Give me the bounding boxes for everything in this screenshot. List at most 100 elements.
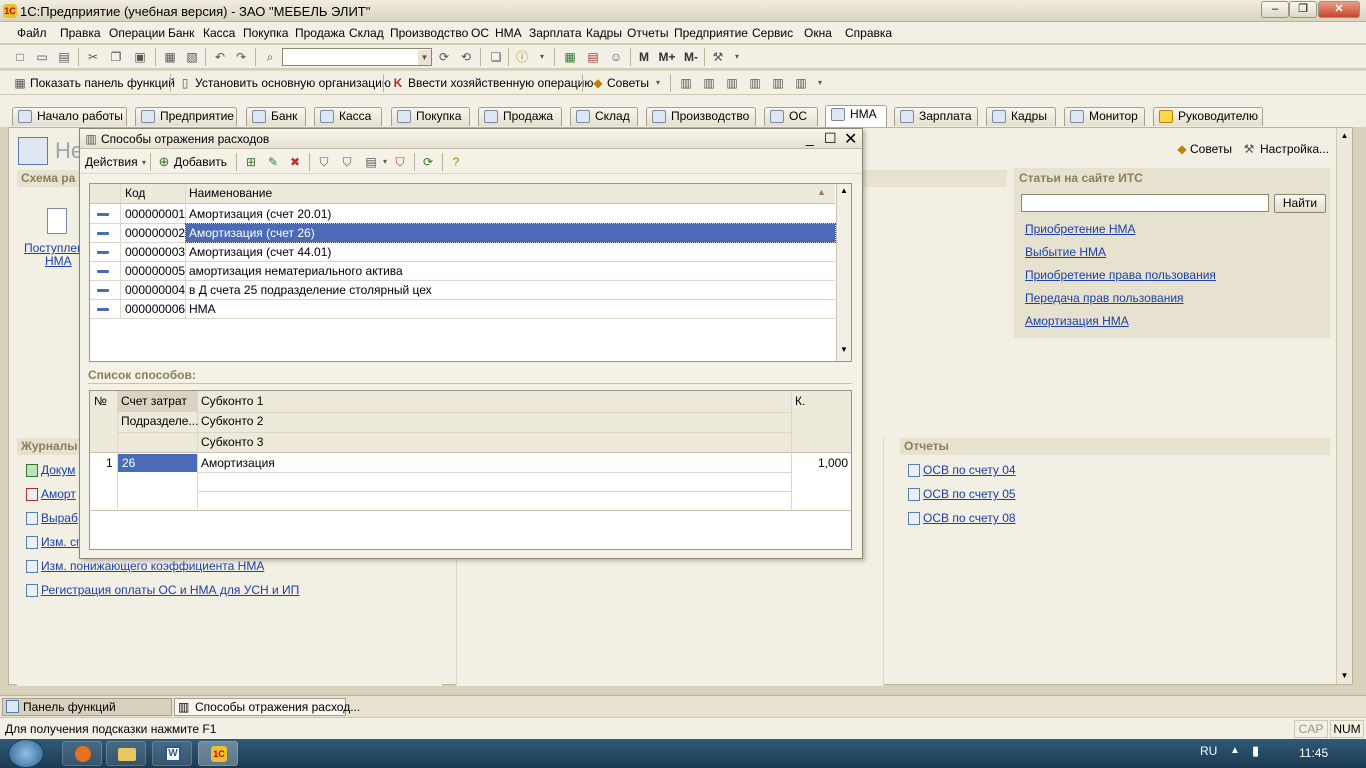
paste-icon[interactable]: ▣ xyxy=(132,49,148,65)
its-link-transfer-rights[interactable]: Передача прав пользования xyxy=(1025,291,1184,305)
wintab-expense-methods[interactable]: ▥ Способы отражения расход... xyxy=(174,698,360,716)
clear-filter-icon[interactable]: ⛉ xyxy=(392,154,408,170)
k-cell[interactable]: 1,000 xyxy=(818,454,848,473)
report-icon-1[interactable]: ▥ xyxy=(678,75,694,91)
clock[interactable]: 11:45 xyxy=(1299,746,1328,760)
taskbar-explorer[interactable] xyxy=(106,741,146,766)
show-panel-button[interactable]: Показать панель функций xyxy=(30,76,175,90)
new-icon[interactable]: □ xyxy=(12,49,28,65)
start-button[interactable] xyxy=(8,739,44,768)
grid-scroll-up-icon[interactable]: ▲ xyxy=(837,186,851,195)
tray-network-icon[interactable]: ▮ xyxy=(1252,743,1259,759)
actions-menu[interactable]: Действия xyxy=(85,155,138,169)
menu-windows[interactable]: Окна xyxy=(804,26,832,40)
menu-salary[interactable]: Зарплата xyxy=(529,26,582,40)
copy-icon[interactable]: ❐ xyxy=(108,49,124,65)
journal-link-change[interactable]: Изм. сг xyxy=(41,535,80,549)
set-org-button[interactable]: Установить основную организацию xyxy=(195,76,391,90)
enter-operation-button[interactable]: Ввести хозяйственную операцию xyxy=(408,76,593,90)
windows-icon[interactable]: ❏ xyxy=(488,49,504,65)
tab-warehouse[interactable]: Склад xyxy=(570,107,638,126)
menu-reports[interactable]: Отчеты xyxy=(627,26,668,40)
taskbar-firefox[interactable] xyxy=(62,741,102,766)
table-row[interactable]: 000000002 Амортизация (счет 26) xyxy=(90,223,836,243)
menu-purchase[interactable]: Покупка xyxy=(243,26,288,40)
table-row[interactable]: 1 26 Амортизация 1,000 xyxy=(90,454,851,510)
search-dropdown-icon[interactable]: ▼ xyxy=(418,50,431,65)
refresh-icon[interactable]: ⟳ xyxy=(420,154,436,170)
journal-link-docs[interactable]: Докум xyxy=(41,463,75,477)
users-icon[interactable]: ☺ xyxy=(608,49,624,65)
table-row[interactable]: 000000004 в Д счета 25 подразделение стол… xyxy=(90,281,835,300)
tips-button[interactable]: Советы xyxy=(607,76,649,90)
menu-sales[interactable]: Продажа xyxy=(295,26,345,40)
report-icon-4[interactable]: ▥ xyxy=(747,75,763,91)
calculator-icon[interactable]: ▦ xyxy=(562,49,578,65)
maximize-button[interactable]: ❐ xyxy=(1289,1,1317,18)
cut-icon[interactable]: ✂ xyxy=(85,49,101,65)
taskbar-word[interactable]: W xyxy=(152,741,192,766)
menu-edit[interactable]: Правка xyxy=(60,26,101,40)
journal-link-coefficient[interactable]: Изм. понижающего коэффициента НМА xyxy=(41,559,264,573)
menu-staff[interactable]: Кадры xyxy=(586,26,622,40)
report-icon-3[interactable]: ▥ xyxy=(724,75,740,91)
col-header-name[interactable]: Наименование xyxy=(189,184,272,203)
delete-icon[interactable]: ✖ xyxy=(287,154,303,170)
save-icon[interactable]: ▤ xyxy=(56,49,72,65)
document-icon[interactable] xyxy=(47,208,67,234)
tab-bank[interactable]: Банк xyxy=(246,107,306,126)
grid-scroll-down-icon[interactable]: ▼ xyxy=(837,345,851,354)
add-copy-icon[interactable]: ⊞ xyxy=(243,154,259,170)
sort-icon[interactable]: ▲ xyxy=(817,187,826,197)
tab-cash[interactable]: Касса xyxy=(314,107,382,126)
tools-dropdown-icon[interactable]: ▾ xyxy=(729,49,745,65)
journal-link-output[interactable]: Выраб xyxy=(41,511,78,525)
journal-link-payment-usn[interactable]: Регистрация оплаты ОС и НМА для УСН и ИП xyxy=(41,583,299,597)
find-prev-icon[interactable]: ⟲ xyxy=(458,49,474,65)
menu-cash[interactable]: Касса xyxy=(203,26,235,40)
redo-icon[interactable]: ↷ xyxy=(233,49,249,65)
report-link-08[interactable]: ОСВ по счету 08 xyxy=(923,511,1016,525)
find-next-icon[interactable]: ⟳ xyxy=(436,49,452,65)
menu-nma[interactable]: НМА xyxy=(495,26,522,40)
help-icon[interactable]: ? xyxy=(448,154,464,170)
filter-icon[interactable]: ⛉ xyxy=(316,154,332,170)
language-indicator[interactable]: RU xyxy=(1200,744,1217,758)
menu-os[interactable]: ОС xyxy=(471,26,489,40)
info-icon[interactable]: ⓘ xyxy=(514,49,530,65)
menu-production[interactable]: Производство xyxy=(390,26,468,40)
panel-settings-button[interactable]: Настройка... xyxy=(1260,142,1329,156)
preview-icon[interactable]: ▧ xyxy=(184,49,200,65)
tips-dropdown-icon[interactable]: ▾ xyxy=(650,75,666,91)
receipt-link-line1[interactable]: Поступлен xyxy=(24,241,84,255)
tab-os[interactable]: ОС xyxy=(764,107,818,126)
tab-sales[interactable]: Продажа xyxy=(478,107,562,126)
report-icon-6[interactable]: ▥ xyxy=(793,75,809,91)
its-link-acquisition[interactable]: Приобретение НМА xyxy=(1025,222,1136,236)
tab-start[interactable]: Начало работы xyxy=(12,107,127,126)
table-row[interactable]: 000000003 Амортизация (счет 44.01) xyxy=(90,243,835,262)
tab-purchase[interactable]: Покупка xyxy=(391,107,470,126)
calendar-icon[interactable]: ▤ xyxy=(585,49,601,65)
print-icon[interactable]: ▦ xyxy=(162,49,178,65)
menu-help[interactable]: Справка xyxy=(845,26,892,40)
tab-salary[interactable]: Зарплата xyxy=(894,107,978,126)
filter-value-icon[interactable]: ⛉ xyxy=(339,154,355,170)
wintab-function-panel[interactable]: Панель функций xyxy=(2,698,172,716)
tab-staff[interactable]: Кадры xyxy=(986,107,1056,126)
table-row[interactable]: 000000006 НМА xyxy=(90,300,835,319)
report-icon-5[interactable]: ▥ xyxy=(770,75,786,91)
tools-icon[interactable]: ⚒ xyxy=(710,49,726,65)
its-link-amortization[interactable]: Амортизация НМА xyxy=(1025,314,1129,328)
sub1-cell[interactable]: Амортизация xyxy=(201,454,275,473)
grid-scrollbar[interactable]: ▲ ▼ xyxy=(836,184,851,361)
report-icon-2[interactable]: ▥ xyxy=(701,75,717,91)
menu-file[interactable]: Файл xyxy=(17,26,47,40)
minimize-button[interactable]: – xyxy=(1261,1,1289,18)
col-header-code[interactable]: Код xyxy=(125,184,145,203)
search-input[interactable] xyxy=(282,48,432,66)
find-icon[interactable]: ⌕ xyxy=(262,49,278,65)
memory-plus-icon[interactable]: M+ xyxy=(656,49,678,65)
undo-icon[interactable]: ↶ xyxy=(212,49,228,65)
taskbar-1c[interactable]: 1С xyxy=(198,741,238,766)
